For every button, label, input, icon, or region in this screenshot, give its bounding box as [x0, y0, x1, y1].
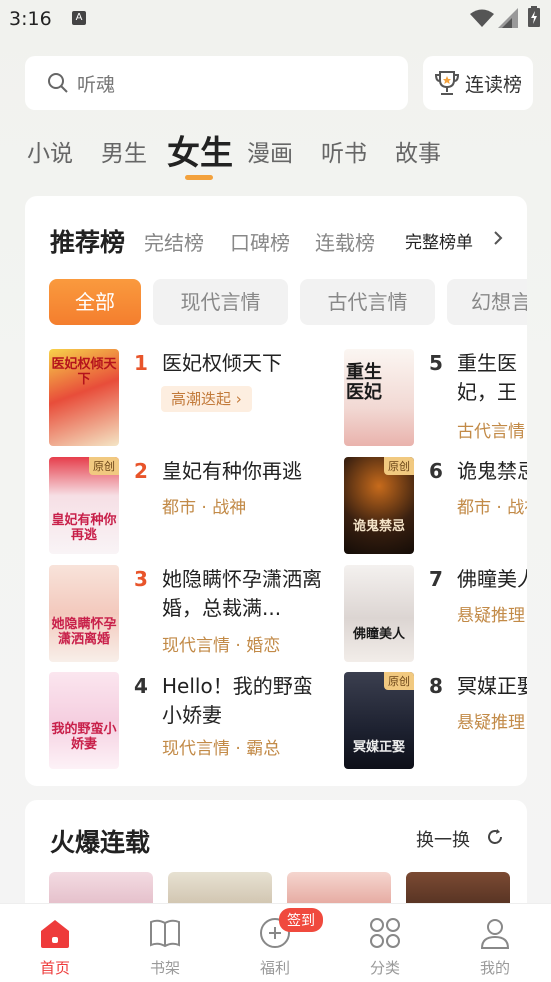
- ranking-card: 推荐榜 完结榜 口碑榜 连载榜 完整榜单 全部 现代言情 古代言情 幻想言 医妃…: [25, 196, 527, 786]
- category-all[interactable]: 全部: [49, 279, 141, 325]
- swap-button[interactable]: 换一换: [416, 826, 470, 852]
- refresh-icon[interactable]: [486, 828, 504, 846]
- tab-audiobook[interactable]: 听书: [321, 134, 367, 168]
- list-item[interactable]: 原创 诡鬼禁忌 6 诡鬼禁忌 都市 · 战神: [344, 457, 527, 557]
- tab-male[interactable]: 男生: [101, 134, 147, 168]
- chevron-right-icon[interactable]: [491, 229, 505, 247]
- book-cover: 原创 诡鬼禁忌: [344, 457, 414, 554]
- book-cover: 医妃权倾天下: [49, 349, 119, 446]
- book-title: 诡鬼禁忌: [457, 459, 527, 483]
- list-item[interactable]: 医妃权倾天下 1 医妃权倾天下 高潮迭起 ›: [49, 349, 299, 449]
- full-list-link[interactable]: 完整榜单: [405, 228, 473, 253]
- tab-indicator: [185, 175, 213, 180]
- list-item[interactable]: 原创 皇妃有种你再逃 2 皇妃有种你再逃 都市 · 战神: [49, 457, 302, 557]
- nav-profile[interactable]: 我的: [440, 904, 550, 982]
- continuous-read-rank-label: 连读榜: [465, 74, 523, 96]
- bottom-nav: 首页 书架 福利 分类 我的: [0, 903, 551, 982]
- home-icon: [41, 920, 69, 948]
- list-item[interactable]: 重生医妃 5 重生医妃，王爷，别... 古代言情: [344, 349, 527, 449]
- category-modern-romance[interactable]: 现代言情: [153, 279, 288, 325]
- book-meta: 古代言情: [457, 422, 525, 442]
- tab-novel[interactable]: 小说: [27, 134, 73, 168]
- book-cover: 她隐瞒怀孕潇洒离婚: [49, 565, 119, 662]
- tab-story[interactable]: 故事: [395, 134, 441, 168]
- sign-in-badge[interactable]: 签到: [279, 908, 323, 932]
- book-rank: 1: [134, 351, 148, 375]
- search-bar[interactable]: 听魂: [25, 56, 408, 110]
- signal-icon: [498, 8, 518, 28]
- notification-icon: A: [72, 11, 86, 25]
- list-item[interactable]: 她隐瞒怀孕潇洒离婚 3 她隐瞒怀孕潇洒离婚，总裁满... 现代言情 · 婚恋: [49, 565, 322, 665]
- tab-female[interactable]: 女生: [167, 126, 233, 174]
- book-title: 冥媒正娶: [457, 674, 527, 698]
- subtab-serial[interactable]: 连载榜: [315, 227, 375, 256]
- book-title: 重生医妃，王爷，别...: [457, 351, 517, 404]
- subtab-completed[interactable]: 完结榜: [144, 227, 204, 256]
- battery-icon: [528, 6, 540, 27]
- book-rank: 5: [429, 351, 443, 375]
- book-title: 皇妃有种你再逃: [162, 459, 302, 483]
- book-cover: 我的野蛮小娇妻: [49, 672, 119, 769]
- book-rank: 4: [134, 674, 148, 698]
- category-fantasy-romance[interactable]: 幻想言: [447, 279, 527, 325]
- nav-home[interactable]: 首页: [0, 904, 110, 982]
- ranking-title[interactable]: 推荐榜: [50, 223, 125, 259]
- book-meta: 现代言情 · 婚恋: [162, 636, 281, 656]
- book-cover: 重生医妃: [344, 349, 414, 446]
- grid-icon: [370, 918, 400, 948]
- continuous-read-rank-button[interactable]: 连读榜: [423, 56, 533, 110]
- book-title: Hello！我的野蛮小娇妻: [162, 674, 313, 727]
- book-tag[interactable]: 高潮迭起 ›: [161, 386, 252, 412]
- book-cover: 佛瞳美人: [344, 565, 414, 662]
- book-rank: 3: [134, 567, 148, 591]
- subtab-reputation[interactable]: 口碑榜: [230, 227, 290, 256]
- book-rank: 8: [429, 674, 443, 698]
- book-meta: 都市 · 战神: [457, 498, 527, 518]
- book-meta: 悬疑推理: [457, 713, 525, 733]
- hot-serial-title: 火爆连载: [50, 828, 151, 857]
- status-bar: 3:16 A: [0, 0, 551, 36]
- nav-category[interactable]: 分类: [330, 904, 440, 982]
- nav-bookshelf[interactable]: 书架: [110, 904, 220, 982]
- search-icon: [48, 73, 68, 93]
- book-title: 医妃权倾天下: [162, 351, 282, 375]
- category-ancient-romance[interactable]: 古代言情: [300, 279, 435, 325]
- search-input[interactable]: 听魂: [77, 70, 115, 97]
- trophy-icon: [435, 71, 459, 95]
- status-time: 3:16: [9, 8, 52, 30]
- book-title: 她隐瞒怀孕潇洒离婚，总裁满...: [162, 567, 322, 620]
- tab-comics[interactable]: 漫画: [247, 134, 293, 168]
- book-cover: 原创 冥媒正娶: [344, 672, 414, 769]
- book-icon: [150, 919, 180, 948]
- book-rank: 6: [429, 459, 443, 483]
- book-meta: 现代言情 · 霸总: [162, 739, 281, 759]
- list-item[interactable]: 佛瞳美人 7 佛瞳美人 悬疑推理: [344, 565, 527, 665]
- list-item[interactable]: 原创 冥媒正娶 8 冥媒正娶 悬疑推理: [344, 672, 527, 772]
- book-rank: 2: [134, 459, 148, 483]
- book-title: 佛瞳美人: [457, 567, 527, 591]
- wifi-icon: [470, 9, 494, 27]
- book-meta: 都市 · 战神: [162, 498, 247, 518]
- book-meta: 悬疑推理: [457, 606, 525, 626]
- book-rank: 7: [429, 567, 443, 591]
- book-cover: 原创 皇妃有种你再逃: [49, 457, 119, 554]
- list-item[interactable]: 我的野蛮小娇妻 4 Hello！我的野蛮小娇妻 现代言情 · 霸总: [49, 672, 313, 772]
- user-icon: [480, 919, 510, 949]
